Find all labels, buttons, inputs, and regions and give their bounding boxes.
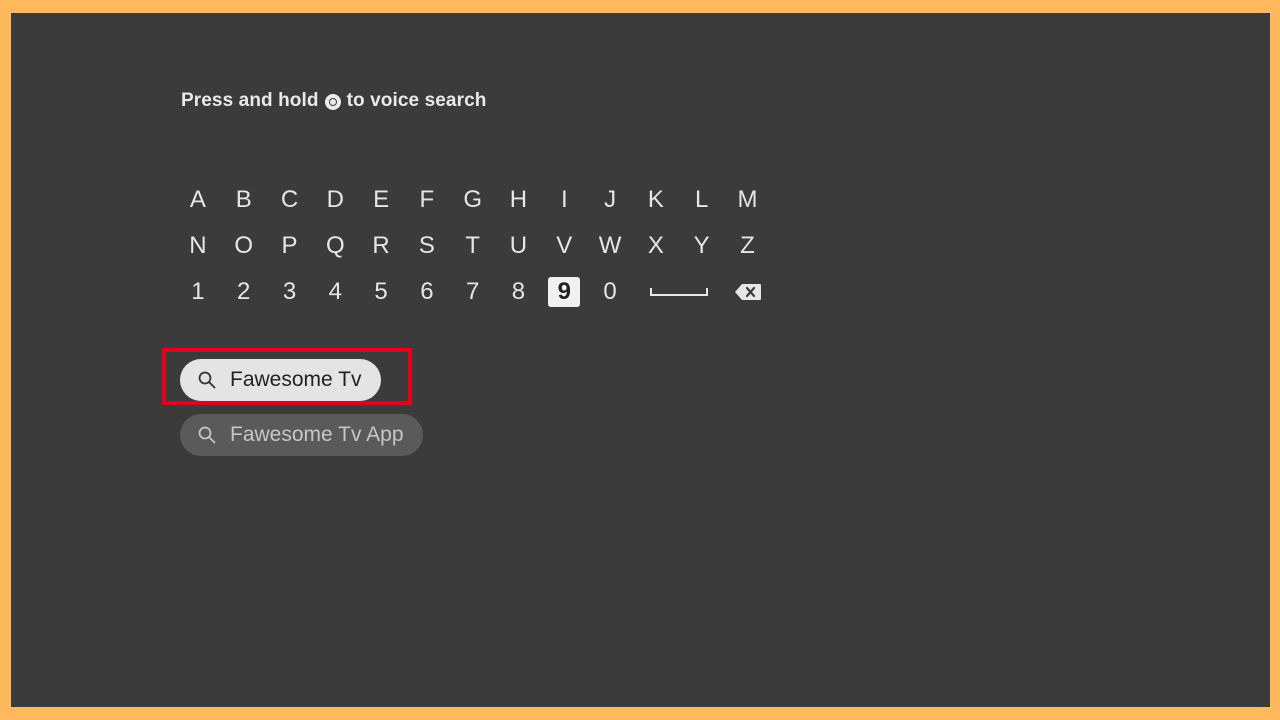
key-m[interactable]: M — [725, 183, 771, 217]
key-4[interactable]: 4 — [312, 275, 358, 309]
key-b[interactable]: B — [221, 183, 267, 217]
key-p[interactable]: P — [267, 229, 313, 263]
microphone-button-icon — [324, 94, 341, 110]
voice-search-hint: Press and hold to voice search — [181, 90, 486, 112]
backspace-icon — [734, 284, 761, 300]
key-w[interactable]: W — [587, 229, 633, 263]
key-i[interactable]: I — [541, 183, 587, 217]
key-9-selected[interactable]: 9 — [541, 275, 587, 309]
key-l[interactable]: L — [679, 183, 725, 217]
key-o[interactable]: O — [221, 229, 267, 263]
key-x[interactable]: X — [633, 229, 679, 263]
key-3[interactable]: 3 — [267, 275, 313, 309]
keyboard-row-2: N O P Q R S T U V W X Y Z — [175, 223, 771, 269]
key-h[interactable]: H — [496, 183, 542, 217]
key-6[interactable]: 6 — [404, 275, 450, 309]
keyboard-row-3: 1 2 3 4 5 6 7 8 9 0 — [175, 269, 771, 315]
key-f[interactable]: F — [404, 183, 450, 217]
on-screen-keyboard: A B C D E F G H I J K L M N O P Q R S T … — [175, 177, 771, 315]
key-7[interactable]: 7 — [450, 275, 496, 309]
key-0[interactable]: 0 — [587, 275, 633, 309]
suggestion-fawesome-tv-app[interactable]: Fawesome Tv App — [180, 414, 423, 456]
key-e[interactable]: E — [358, 183, 404, 217]
highlight-annotation-box — [162, 348, 412, 405]
key-d[interactable]: D — [312, 183, 358, 217]
space-key[interactable] — [633, 275, 725, 309]
key-8[interactable]: 8 — [496, 275, 542, 309]
key-q[interactable]: Q — [312, 229, 358, 263]
key-t[interactable]: T — [450, 229, 496, 263]
voice-hint-before: Press and hold — [181, 90, 319, 111]
key-z[interactable]: Z — [725, 229, 771, 263]
key-v[interactable]: V — [541, 229, 587, 263]
key-k[interactable]: K — [633, 183, 679, 217]
key-j[interactable]: J — [587, 183, 633, 217]
suggestion-label: Fawesome Tv App — [230, 423, 404, 446]
voice-hint-after: to voice search — [346, 90, 487, 111]
search-icon — [198, 426, 216, 444]
key-1[interactable]: 1 — [175, 275, 221, 309]
key-u[interactable]: U — [496, 229, 542, 263]
key-5[interactable]: 5 — [358, 275, 404, 309]
keyboard-row-1: A B C D E F G H I J K L M — [175, 177, 771, 223]
key-2[interactable]: 2 — [221, 275, 267, 309]
key-r[interactable]: R — [358, 229, 404, 263]
search-screen: Press and hold to voice search A B C D E… — [11, 13, 1270, 707]
key-y[interactable]: Y — [679, 229, 725, 263]
key-c[interactable]: C — [267, 183, 313, 217]
key-s[interactable]: S — [404, 229, 450, 263]
key-g[interactable]: G — [450, 183, 496, 217]
backspace-key[interactable] — [725, 275, 771, 309]
key-a[interactable]: A — [175, 183, 221, 217]
key-n[interactable]: N — [175, 229, 221, 263]
space-bar-icon — [649, 288, 708, 296]
